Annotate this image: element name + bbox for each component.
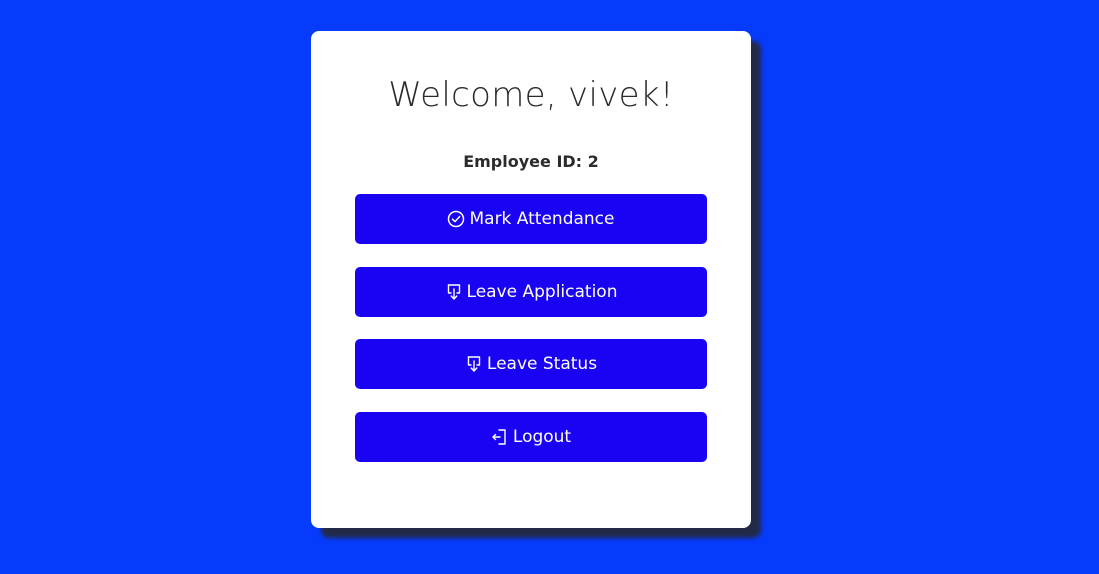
leave-application-button[interactable]: Leave Application: [355, 267, 707, 317]
download-file-icon: [465, 355, 483, 373]
logout-label: Logout: [512, 427, 572, 447]
welcome-card: Welcome, vivek! Employee ID: 2 Mark Atte…: [311, 31, 751, 528]
check-circle-icon: [447, 210, 465, 228]
leave-status-button[interactable]: Leave Status: [355, 339, 707, 389]
leave-application-label: Leave Application: [466, 282, 618, 302]
mark-attendance-label: Mark Attendance: [469, 209, 615, 229]
page-title: Welcome, vivek!: [388, 75, 674, 115]
logout-icon: [491, 428, 509, 446]
download-file-icon: [445, 283, 463, 301]
employee-id-label: Employee ID: 2: [463, 152, 599, 171]
logout-button[interactable]: Logout: [355, 412, 707, 462]
mark-attendance-button[interactable]: Mark Attendance: [355, 194, 707, 244]
leave-status-label: Leave Status: [486, 354, 598, 374]
